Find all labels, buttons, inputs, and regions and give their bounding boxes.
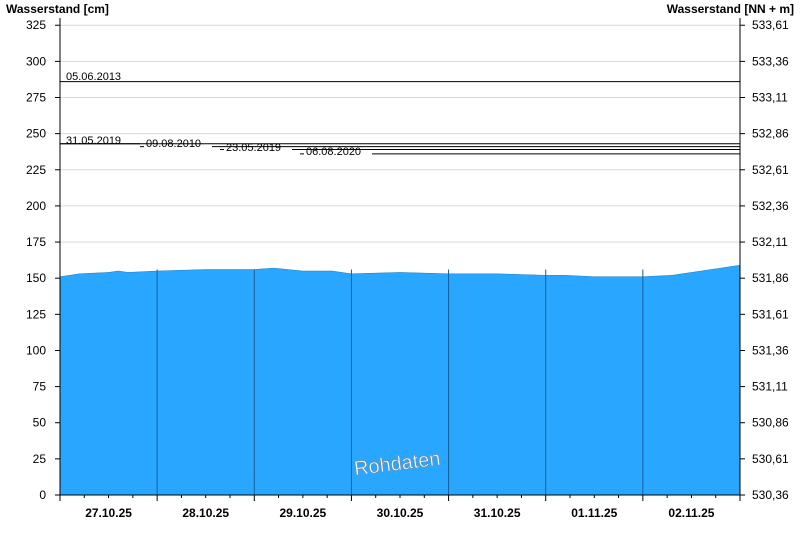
y-tick-label-right: 531,61 [752,307,789,321]
y-tick-label-left: 25 [33,452,47,466]
y-tick-label-right: 531,36 [752,343,789,357]
water-level-chart: 05.06.2013 31.05.2019 09.08.2010 23.05.2019… [26,18,789,520]
y-tick-label-right: 532,36 [752,199,789,213]
x-tick-label: 29.10.25 [279,506,326,520]
x-tick-label: 01.11.25 [571,506,617,520]
y-tick-label-right: 532,61 [752,163,789,177]
y-tick-label-left: 50 [33,416,47,430]
y-tick-label-right: 533,11 [752,91,788,105]
y-tick-label-left: 175 [26,235,46,249]
y-tick-label-left: 275 [26,91,46,105]
y-tick-label-right: 532,86 [752,127,789,141]
y-tick-label-right: 533,36 [752,54,789,68]
y-tick-label-right: 530,86 [752,416,789,430]
y-tick-label-right: 530,36 [752,488,789,502]
y-tick-label-left: 150 [26,271,46,285]
y-tick-label-left: 200 [26,199,46,213]
y-tick-label-left: 100 [26,343,46,357]
y-tick-label-left: 250 [26,127,46,141]
y-tick-label-left: 300 [26,54,46,68]
x-tick-label: 27.10.25 [85,506,132,520]
reference-line-label: 05.06.2013 [66,71,121,83]
reference-line-label: 06.08.2020 [306,146,361,158]
y-tick-label-left: 225 [26,163,46,177]
reference-line-label: 31.05.2019 [66,135,121,147]
x-tick-label: 30.10.25 [377,506,424,520]
y-tick-label-right: 532,11 [752,235,788,249]
reference-lines: 05.06.2013 31.05.2019 09.08.2010 23.05.2019… [60,71,740,158]
y-tick-label-left: 75 [33,380,47,394]
y-tick-label-left: 0 [39,488,46,502]
y-tick-label-right: 530,61 [752,452,789,466]
y-tick-label-left: 125 [26,307,46,321]
reference-line-label: 09.08.2010 [146,138,201,150]
y-tick-label-right: 533,61 [752,18,789,32]
y-tick-label-left: 325 [26,18,46,32]
y-tick-label-right: 531,11 [752,380,788,394]
x-tick-label: 02.11.25 [668,506,714,520]
x-tick-label: 31.10.25 [474,506,521,520]
x-tick-label: 28.10.25 [182,506,229,520]
reference-line-label: 23.05.2019 [226,142,281,154]
y-tick-label-right: 531,86 [752,271,789,285]
